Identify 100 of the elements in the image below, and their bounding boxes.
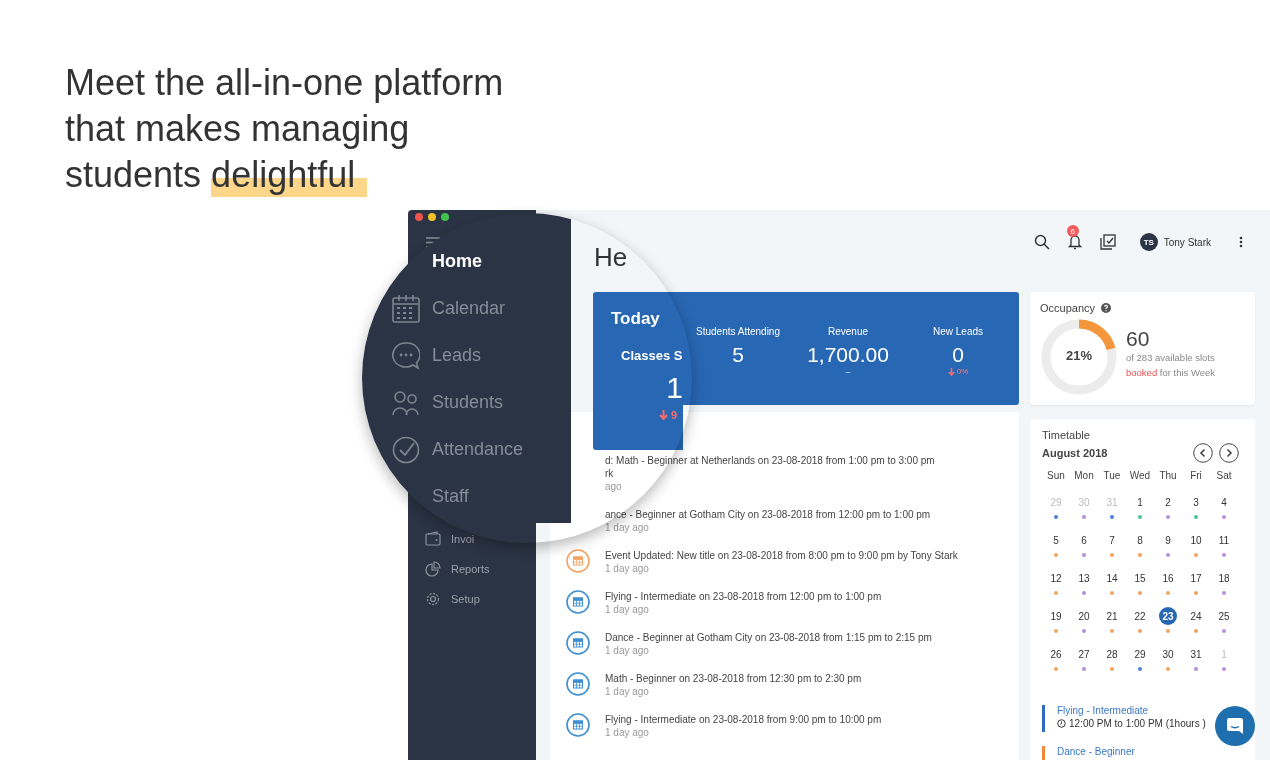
arrow-down-icon (659, 410, 668, 420)
previous-month-button[interactable] (1193, 443, 1213, 463)
more-icon[interactable] (1239, 236, 1243, 248)
activity-time: ago (605, 480, 623, 494)
sidebar-item[interactable]: Students (390, 388, 504, 417)
sidebar-item[interactable]: Invoi (425, 529, 475, 548)
next-month-button[interactable] (1219, 443, 1239, 463)
check-circle-icon (392, 435, 420, 464)
stat-note: – (845, 367, 851, 376)
activity-text: Math - Beginner on 23-08-2018 from 12:30 pm to 2:30 pm (605, 672, 862, 685)
help-icon[interactable] (1101, 303, 1112, 313)
stat-value: 5 (732, 343, 744, 367)
stat-value: 1 (666, 371, 683, 405)
search-icon[interactable] (1033, 234, 1050, 250)
calendar-day[interactable]: 26 (1047, 645, 1065, 663)
calendar-day[interactable]: 30 (1159, 645, 1177, 663)
calendar-day[interactable]: 20 (1075, 607, 1093, 625)
activity-text: Flying - Intermediate on 23-08-2018 from 12:00 pm to 1:00 pm (605, 590, 882, 603)
calendar-day[interactable]: 19 (1047, 607, 1065, 625)
sidebar-item[interactable]: Attendance (390, 435, 524, 464)
calendar-day[interactable]: 29 (1131, 645, 1149, 663)
occupancy-percent: 21% (1065, 348, 1093, 363)
calendar-day[interactable]: 1 (1131, 493, 1149, 511)
activity-time: 1 day ago (605, 685, 650, 699)
activity-text: Flying - Intermediate on 23-08-2018 from 9:00 pm to 10:00 pm (605, 713, 882, 726)
weekday-label: Sun (1046, 469, 1066, 483)
stat-change: 9 (671, 409, 678, 421)
close-button[interactable] (415, 213, 423, 221)
sidebar-item[interactable]: Leads (390, 341, 482, 370)
calendar-day[interactable]: 13 (1075, 569, 1093, 587)
pie-chart-icon (425, 560, 441, 577)
activity-time: 1 day ago (605, 726, 650, 740)
calendar-day[interactable]: 28 (1103, 645, 1121, 663)
weekday-label: Thu (1158, 469, 1178, 483)
chat-bubble-icon (392, 341, 420, 370)
booked-count: 60 (1126, 328, 1151, 350)
stat-label: Revenue (828, 326, 868, 337)
stat-label: Students Attending (696, 326, 780, 337)
calendar-day[interactable]: 4 (1215, 493, 1233, 511)
calendar-day[interactable]: 15 (1131, 569, 1149, 587)
activity-time: 1 day ago (605, 562, 650, 576)
weekday-label: Wed (1128, 469, 1152, 483)
chat-icon (1226, 717, 1244, 735)
clock-icon (1057, 719, 1066, 728)
card-title: Today (611, 309, 661, 329)
calendar-day[interactable]: 9 (1159, 531, 1177, 549)
stat-value: 1,700.00 (807, 343, 889, 367)
calendar-day[interactable]: 2 (1159, 493, 1177, 511)
settings-icon (425, 590, 441, 607)
month-label: August 2018 (1042, 447, 1108, 459)
calendar-day[interactable]: 5 (1047, 531, 1065, 549)
calendar-day[interactable]: 25 (1215, 607, 1233, 625)
calendar-day[interactable]: 6 (1075, 531, 1093, 549)
sidebar-item[interactable]: Calendar (390, 294, 506, 323)
calendar-day[interactable]: 23 (1159, 607, 1177, 625)
event-title[interactable]: Dance - Beginner (1057, 746, 1135, 757)
calendar-day[interactable]: 11 (1215, 531, 1233, 549)
calendar-day[interactable]: 31 (1187, 645, 1205, 663)
page-heading: He (594, 243, 628, 271)
calendar-day[interactable]: 8 (1131, 531, 1149, 549)
calendar-day[interactable]: 7 (1103, 531, 1121, 549)
calendar-day[interactable]: 12 (1047, 569, 1065, 587)
sidebar-item[interactable]: Staff (432, 482, 469, 511)
weekday-label: Sat (1215, 469, 1233, 483)
sidebar-item[interactable]: Reports (425, 559, 490, 578)
calendar-day[interactable]: 17 (1187, 569, 1205, 587)
stat-value: 0 (952, 343, 964, 367)
activity-text: ance - Beginner at Gotham City on 23-08-2018 from 12:00 pm to 1:00 pm (605, 508, 931, 521)
sidebar-item[interactable]: Setup (425, 589, 480, 608)
activity-text: d: Math - Beginner at Netherlands on 23-08-2018 from 1:00 pm to 3:00 pm rk (605, 454, 935, 480)
occupancy-text: of 283 available slots booked for this Week (1126, 351, 1217, 380)
calendar-day[interactable]: 3 (1187, 493, 1205, 511)
maximize-button[interactable] (441, 213, 449, 221)
event-title[interactable]: Flying - Intermediate (1057, 705, 1206, 716)
calendar-day[interactable]: 16 (1159, 569, 1177, 587)
user-avatar[interactable]: TS (1139, 233, 1158, 251)
activity-time: 1 day ago (605, 644, 650, 658)
notification-badge: 6 (1066, 225, 1079, 237)
activity-text: Dance - Beginner at Gotham City on 23-08-2018 from 1:15 pm to 2:15 pm (605, 631, 932, 644)
minimize-button[interactable] (428, 213, 436, 221)
calendar-day[interactable]: 21 (1103, 607, 1121, 625)
user-name[interactable]: Tony Stark (1163, 236, 1211, 248)
checklist-icon[interactable] (1099, 234, 1116, 250)
event-time: 12:00 PM to 1:00 PM (1hours ) (1069, 718, 1206, 729)
calendar-day[interactable]: 22 (1131, 607, 1149, 625)
weekday-label: Fri (1189, 469, 1203, 483)
card-title: Timetable (1042, 429, 1091, 441)
sidebar-item[interactable]: Home (432, 247, 482, 276)
card-title: Occupancy (1040, 302, 1096, 314)
calendar-day[interactable]: 10 (1187, 531, 1205, 549)
bell-icon[interactable] (1067, 234, 1082, 250)
calendar-day[interactable]: 14 (1103, 569, 1121, 587)
activity-text: Event Updated: New title on 23-08-2018 from 8:00 pm to 9:00 pm by Tony Stark (605, 549, 958, 562)
activity-time: 1 day ago (605, 603, 650, 617)
wallet-icon (425, 531, 441, 546)
people-icon (392, 389, 420, 416)
stat-change: 0% (956, 367, 969, 376)
calendar-day[interactable]: 18 (1215, 569, 1233, 587)
calendar-day[interactable]: 24 (1187, 607, 1205, 625)
calendar-day[interactable]: 27 (1075, 645, 1093, 663)
